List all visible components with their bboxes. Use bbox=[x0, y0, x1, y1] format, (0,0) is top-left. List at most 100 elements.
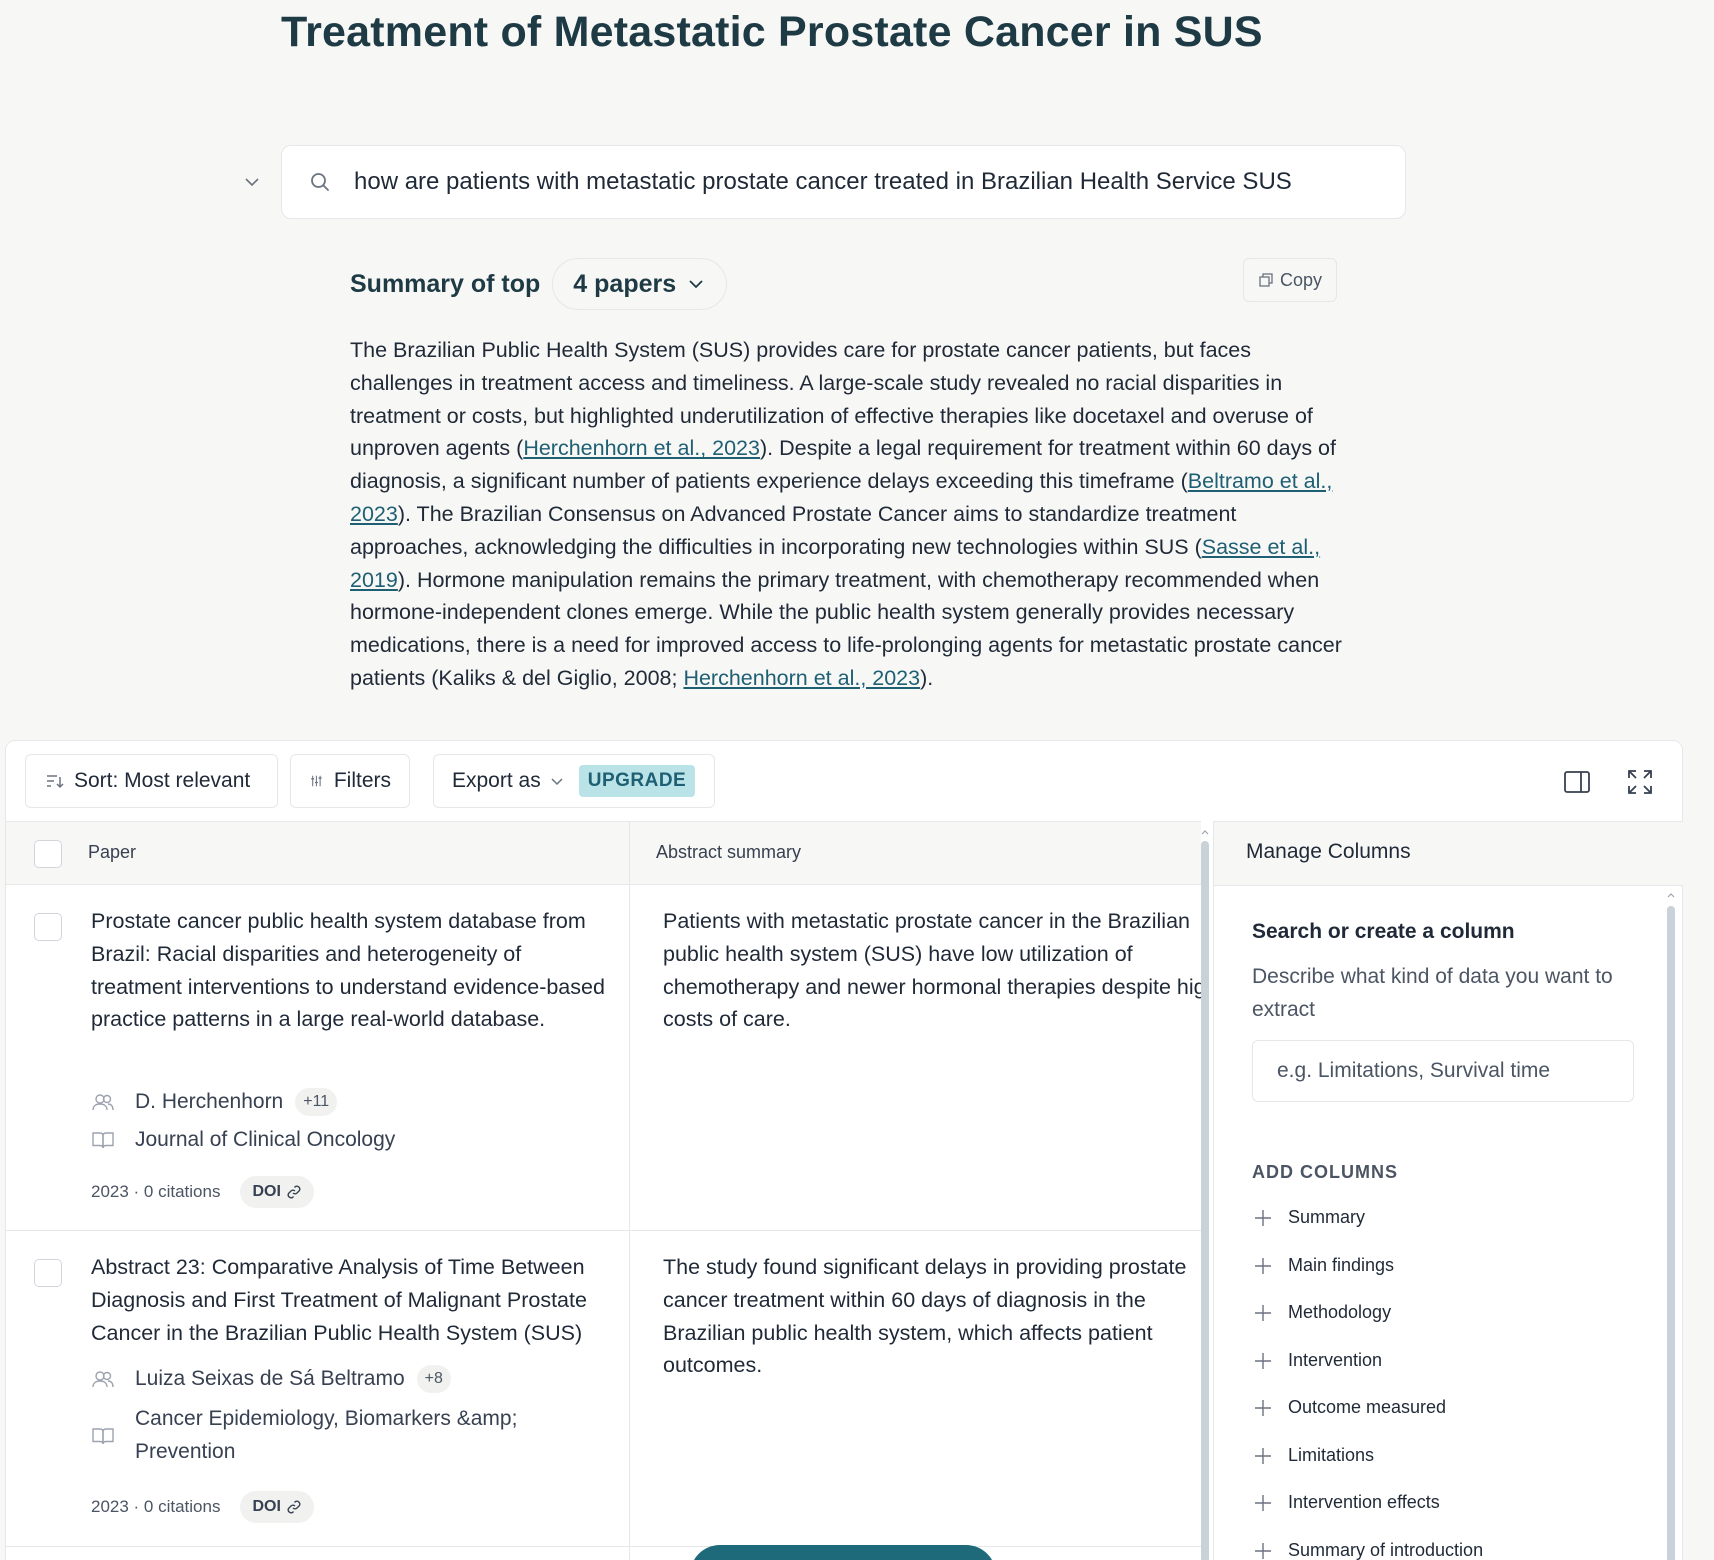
citation-link[interactable]: Herchenhorn et al., 2023 bbox=[683, 666, 920, 690]
add-column-label: Outcome measured bbox=[1288, 1397, 1447, 1417]
journal-icon bbox=[92, 1132, 114, 1149]
add-column-label: Intervention effects bbox=[1288, 1492, 1440, 1512]
add-column-label: Intervention bbox=[1288, 1350, 1383, 1370]
summary-header: Summary of top 4 papers bbox=[350, 258, 728, 310]
copy-icon bbox=[1259, 273, 1273, 287]
column-header-paper[interactable]: Paper bbox=[88, 842, 136, 863]
scroll-up-arrow-icon[interactable] bbox=[1664, 890, 1678, 900]
collapse-chevron-icon[interactable] bbox=[242, 172, 262, 192]
doi-link[interactable]: DOI bbox=[240, 1176, 314, 1208]
column-search-title: Search or create a column bbox=[1252, 920, 1515, 943]
first-author[interactable]: D. Herchenhorn bbox=[135, 1090, 283, 1114]
paper-title[interactable]: Prostate cancer public health system dat… bbox=[91, 905, 611, 1036]
papers-count-dropdown[interactable]: 4 papers bbox=[552, 258, 728, 310]
journal-name: Cancer Epidemiology, Biomarkers &amp; Pr… bbox=[135, 1407, 518, 1463]
filters-icon bbox=[311, 775, 322, 787]
manage-columns-header: Manage Columns bbox=[1214, 822, 1683, 886]
plus-icon bbox=[1255, 1209, 1271, 1226]
row-checkbox[interactable] bbox=[34, 1259, 62, 1287]
add-column-label: Methodology bbox=[1288, 1302, 1392, 1322]
paper-title[interactable]: Abstract 23: Comparative Analysis of Tim… bbox=[91, 1251, 611, 1349]
abstract-line: cancer treatment within 60 days of diagn… bbox=[663, 1287, 1146, 1312]
table-scrollbar-thumb[interactable] bbox=[1201, 841, 1209, 1560]
manage-columns-scrollbar-thumb[interactable] bbox=[1667, 906, 1675, 1560]
link-icon bbox=[287, 1185, 301, 1199]
table-row[interactable]: Prostate cancer public health system dat… bbox=[6, 885, 1201, 1231]
column-search-input[interactable] bbox=[1252, 1040, 1634, 1102]
scroll-up-arrow-icon[interactable] bbox=[1198, 827, 1212, 837]
plus-icon bbox=[1255, 1304, 1271, 1321]
doi-label: DOI bbox=[252, 1498, 281, 1515]
summary-text-segment: ). bbox=[920, 665, 934, 690]
sort-label: Sort: Most relevant bbox=[74, 769, 251, 792]
filters-button[interactable]: Filters bbox=[290, 754, 410, 808]
plus-icon bbox=[1255, 1494, 1271, 1511]
authors-line: D. Herchenhorn +11 bbox=[91, 1088, 338, 1116]
add-column-label: Summary bbox=[1288, 1207, 1366, 1227]
add-column-summary-of-introduction[interactable]: Summary of introduction bbox=[1254, 1540, 1483, 1560]
summary-label: Summary of top bbox=[350, 269, 541, 298]
add-column-intervention[interactable]: Intervention bbox=[1254, 1350, 1382, 1371]
floating-action-button[interactable] bbox=[690, 1545, 996, 1560]
abstract-line: The study found significant delays in pr… bbox=[663, 1255, 1187, 1279]
abstract-summary: The study found significant delays in pr… bbox=[663, 1251, 1201, 1382]
sort-icon bbox=[47, 775, 64, 789]
journal-icon bbox=[92, 1428, 114, 1444]
column-header-abstract[interactable]: Abstract summary bbox=[656, 842, 801, 863]
chevron-down-icon bbox=[551, 778, 563, 786]
doi-link[interactable]: DOI bbox=[240, 1491, 314, 1523]
abstract-line: costs of care. bbox=[663, 1007, 791, 1032]
summary-text-segment: ). The Brazilian Consensus on Advanced P… bbox=[350, 501, 1237, 559]
stats-line: 2023 · 0 citations DOI bbox=[91, 1176, 314, 1208]
upgrade-badge[interactable]: UPGRADE bbox=[578, 765, 696, 797]
plus-icon bbox=[1255, 1542, 1271, 1559]
select-all-checkbox[interactable] bbox=[34, 840, 62, 868]
add-column-label: Main findings bbox=[1288, 1255, 1395, 1275]
sort-button[interactable]: Sort: Most relevant bbox=[25, 754, 278, 808]
search-input[interactable] bbox=[354, 168, 1394, 196]
add-column-main-findings[interactable]: Main findings bbox=[1254, 1255, 1394, 1276]
abstract-line: Brazilian public health system, which af… bbox=[663, 1320, 1153, 1345]
export-label: Export as bbox=[452, 769, 541, 792]
fullscreen-expand-icon[interactable] bbox=[1624, 766, 1656, 798]
results-panel: Sort: Most relevant Filters Export as UP… bbox=[5, 740, 1683, 1560]
search-box[interactable] bbox=[281, 145, 1406, 219]
row-checkbox[interactable] bbox=[34, 913, 62, 941]
add-column-outcome-measured[interactable]: Outcome measured bbox=[1254, 1397, 1446, 1418]
manage-columns-scrollbar[interactable] bbox=[1664, 888, 1678, 1560]
summary-text: The Brazilian Public Health System (SUS)… bbox=[350, 334, 1345, 695]
citation-link[interactable]: Herchenhorn et al., 2023 bbox=[523, 436, 760, 460]
authors-icon bbox=[92, 1094, 114, 1111]
add-column-methodology[interactable]: Methodology bbox=[1254, 1302, 1391, 1323]
stats-line: 2023 · 0 citations DOI bbox=[91, 1491, 314, 1523]
papers-count-label: 4 papers bbox=[573, 269, 677, 298]
results-table: Paper Abstract summary Prostate cancer p… bbox=[6, 821, 1201, 1560]
first-author[interactable]: Luiza Seixas de Sá Beltramo bbox=[135, 1367, 405, 1391]
authors-icon bbox=[92, 1371, 114, 1388]
export-button[interactable]: Export as UPGRADE bbox=[433, 754, 715, 808]
plus-icon bbox=[1255, 1257, 1271, 1274]
table-scrollbar[interactable] bbox=[1198, 827, 1212, 1560]
search-icon bbox=[308, 170, 332, 194]
year-citations: 2023 · 0 citations bbox=[91, 1182, 221, 1201]
add-column-summary[interactable]: Summary bbox=[1254, 1207, 1365, 1228]
more-authors-badge[interactable]: +11 bbox=[295, 1088, 338, 1116]
authors-line: Luiza Seixas de Sá Beltramo +8 bbox=[91, 1365, 451, 1393]
side-panel-toggle-icon[interactable] bbox=[1561, 766, 1593, 798]
abstract-line: outcomes. bbox=[663, 1353, 763, 1378]
copy-button[interactable]: Copy bbox=[1243, 258, 1337, 302]
add-column-limitations[interactable]: Limitations bbox=[1254, 1445, 1374, 1466]
plus-icon bbox=[1255, 1447, 1271, 1464]
page-title: Treatment of Metastatic Prostate Cancer … bbox=[281, 8, 1263, 56]
add-columns-label: ADD COLUMNS bbox=[1252, 1162, 1398, 1182]
table-row[interactable]: Abstract 23: Comparative Analysis of Tim… bbox=[6, 1231, 1201, 1547]
column-search-description: Describe what kind of data you want to e… bbox=[1252, 965, 1613, 1021]
add-column-intervention-effects[interactable]: Intervention effects bbox=[1254, 1492, 1440, 1513]
plus-icon bbox=[1255, 1399, 1271, 1416]
link-icon bbox=[287, 1500, 301, 1514]
abstract-line: public health system (SUS) have low util… bbox=[663, 941, 1133, 966]
chevron-down-icon bbox=[689, 280, 703, 289]
manage-columns-panel: Manage Columns Search or create a column… bbox=[1213, 821, 1683, 1560]
more-authors-badge[interactable]: +8 bbox=[416, 1365, 451, 1393]
journal-line: Journal of Clinical Oncology bbox=[91, 1128, 395, 1152]
